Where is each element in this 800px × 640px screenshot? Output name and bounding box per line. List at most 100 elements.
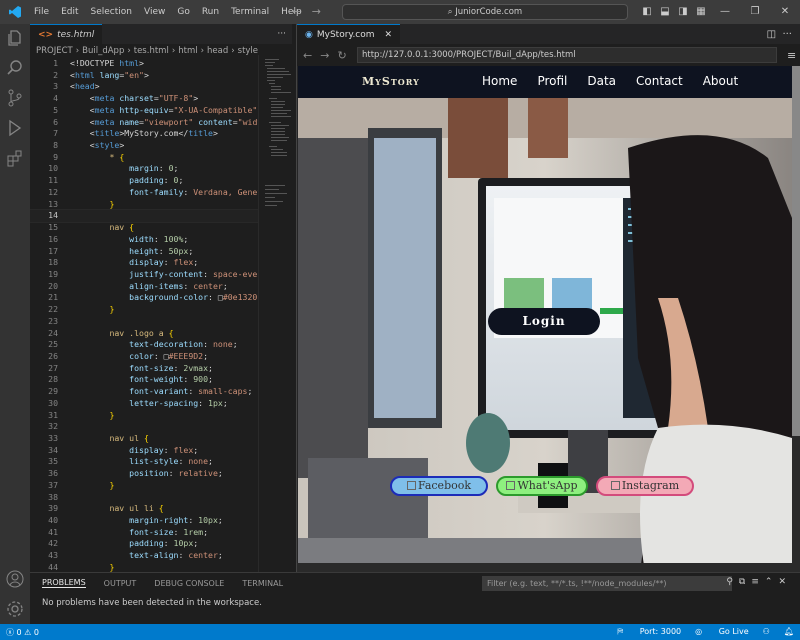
restore-icon[interactable]: ❐ [740,0,770,24]
code-line[interactable]: 39 nav ul li { [30,503,292,515]
code-line[interactable]: 36 position: relative; [30,468,292,480]
breadcrumb-item[interactable]: head [207,46,228,56]
code-line[interactable]: 6 <meta name="viewport" content="widt [30,117,292,129]
code-line[interactable]: 2 <html lang="en"> [30,70,292,82]
collapse-icon[interactable]: ⧉ [739,577,751,587]
breadcrumb-item[interactable]: html [178,46,197,56]
code-line[interactable]: 44 } [30,562,292,572]
go-live-button[interactable]: ◎ Go Live [695,627,749,637]
code-line[interactable]: 31 } [30,410,292,422]
tab-debug-console[interactable]: DEBUG CONSOLE [154,579,224,588]
code-line[interactable]: 43 text-align: center; [30,550,292,562]
login-button[interactable]: Login [488,308,600,335]
breadcrumb-item[interactable]: PROJECT [36,46,73,56]
toggle-secondary-icon[interactable]: ◨ [674,0,692,24]
tab-output[interactable]: OUTPUT [104,579,137,588]
site-logo[interactable]: MyStory [362,75,420,88]
port-status[interactable]: ⛿ Port: 3000 [617,627,681,637]
code-line[interactable]: 35 list-style: none; [30,456,292,468]
split-editor-icon[interactable]: ◫ [767,29,776,40]
menu-item[interactable]: Edit [55,7,84,17]
menu-item[interactable]: View [138,7,171,17]
more-actions-icon[interactable]: ··· [782,29,792,40]
code-line[interactable]: 24 nav .logo a { [30,328,292,340]
code-line[interactable]: 22 } [30,304,292,316]
nav-link-data[interactable]: Data [587,74,616,88]
menu-item[interactable]: Selection [85,7,138,17]
facebook-button[interactable]: Facebook [390,476,488,496]
code-area[interactable]: 1 <!DOCTYPE html> 2 <html lang="en"> 3 <head>… [30,58,292,572]
code-line[interactable]: 33 nav ul { [30,433,292,445]
code-line[interactable]: 7 <title>MyStory.com</title> [30,128,292,140]
code-line[interactable]: 1 <!DOCTYPE html> [30,58,292,70]
code-line[interactable]: 25 text-decoration: none; [30,339,292,351]
code-line[interactable]: 19 justify-content: space-even [30,269,292,281]
url-input[interactable] [357,47,777,63]
command-center-search[interactable]: ⌕ JuniorCode.com [342,4,628,20]
close-tab-icon[interactable]: ✕ [385,30,393,40]
code-line[interactable]: 15 nav { [30,222,292,234]
menu-item[interactable]: Terminal [225,7,275,17]
problems-status[interactable]: ⓧ 0 ⚠ 0 [0,627,39,638]
code-line[interactable]: 12 font-family: Verdana, Geneva [30,187,292,199]
nav-link-profil[interactable]: Profil [537,74,567,88]
code-line[interactable]: 13 } [30,199,292,211]
instagram-button[interactable]: Instagram [596,476,694,496]
code-line[interactable]: 38 [30,492,292,504]
code-line[interactable]: 9 * { [30,152,292,164]
explorer-icon[interactable] [5,28,25,48]
menu-item[interactable]: File [28,7,55,17]
breadcrumb-item[interactable]: tes.html [134,46,169,56]
code-line[interactable]: 17 height: 50px; [30,246,292,258]
code-line[interactable]: 30 letter-spacing: 1px; [30,398,292,410]
feedback-icon[interactable]: ⚇ [763,627,770,637]
toggle-panel-icon[interactable]: ⬓ [656,0,674,24]
forward-arrow-icon[interactable]: → [312,5,321,18]
maximize-icon[interactable]: ⌃ [765,577,779,587]
code-line[interactable]: 21 background-color: □#0e1320 [30,292,292,304]
code-line[interactable]: 23 [30,316,292,328]
breadcrumb-item[interactable]: style [238,46,258,56]
code-line[interactable]: 34 display: flex; [30,445,292,457]
menu-item[interactable]: Run [196,7,225,17]
search-icon[interactable] [5,58,25,78]
breadcrumb-item[interactable]: Buil_dApp [82,46,124,56]
nav-link-about[interactable]: About [703,74,738,88]
run-debug-icon[interactable] [5,118,25,138]
layout-icon[interactable]: ▦ [692,0,710,24]
source-control-icon[interactable] [5,88,25,108]
code-line[interactable]: 37 } [30,480,292,492]
account-icon[interactable] [5,569,25,589]
code-line[interactable]: 8 <style> [30,140,292,152]
problems-filter-input[interactable]: Filter (e.g. text, **/*.ts, !**/node_mod… [482,576,732,591]
nav-link-contact[interactable]: Contact [636,74,683,88]
code-line[interactable]: 42 padding: 10px; [30,538,292,550]
more-icon[interactable]: ≡ [751,577,765,587]
code-line[interactable]: 3 <head> [30,81,292,93]
more-actions-icon[interactable]: ··· [277,29,292,39]
back-icon[interactable]: ← [303,49,320,62]
code-line[interactable]: 20 align-items: center; [30,281,292,293]
browser-tab[interactable]: ◉ MyStory.com ✕ [297,24,401,44]
code-line[interactable]: 40 margin-right: 10px; [30,515,292,527]
back-arrow-icon[interactable]: ← [292,5,301,18]
code-line[interactable]: 28 font-weight: 900; [30,374,292,386]
minimize-icon[interactable]: — [710,0,740,24]
code-line[interactable]: 14 [30,209,292,224]
close-panel-icon[interactable]: ✕ [778,577,792,587]
horizontal-scrollbar[interactable] [297,563,800,572]
scrollbar-thumb[interactable] [792,66,800,436]
notifications-bell-icon[interactable]: 🔔︎ [784,627,794,637]
hamburger-menu-icon[interactable]: ≡ [787,49,796,62]
tab-terminal[interactable]: TERMINAL [242,579,283,588]
forward-icon[interactable]: → [320,49,337,62]
code-line[interactable]: 29 font-variant: small-caps; [30,386,292,398]
reload-icon[interactable]: ↻ [337,49,354,62]
filter-icon[interactable]: ⚲ [726,577,739,587]
minimap[interactable] [258,55,292,572]
whatsapp-button[interactable]: What'sApp [496,476,588,496]
code-line[interactable]: 5 <meta http-equiv="X-UA-Compatible" [30,105,292,117]
close-icon[interactable]: ✕ [770,0,800,24]
settings-gear-icon[interactable] [5,599,25,619]
nav-link-home[interactable]: Home [482,74,517,88]
